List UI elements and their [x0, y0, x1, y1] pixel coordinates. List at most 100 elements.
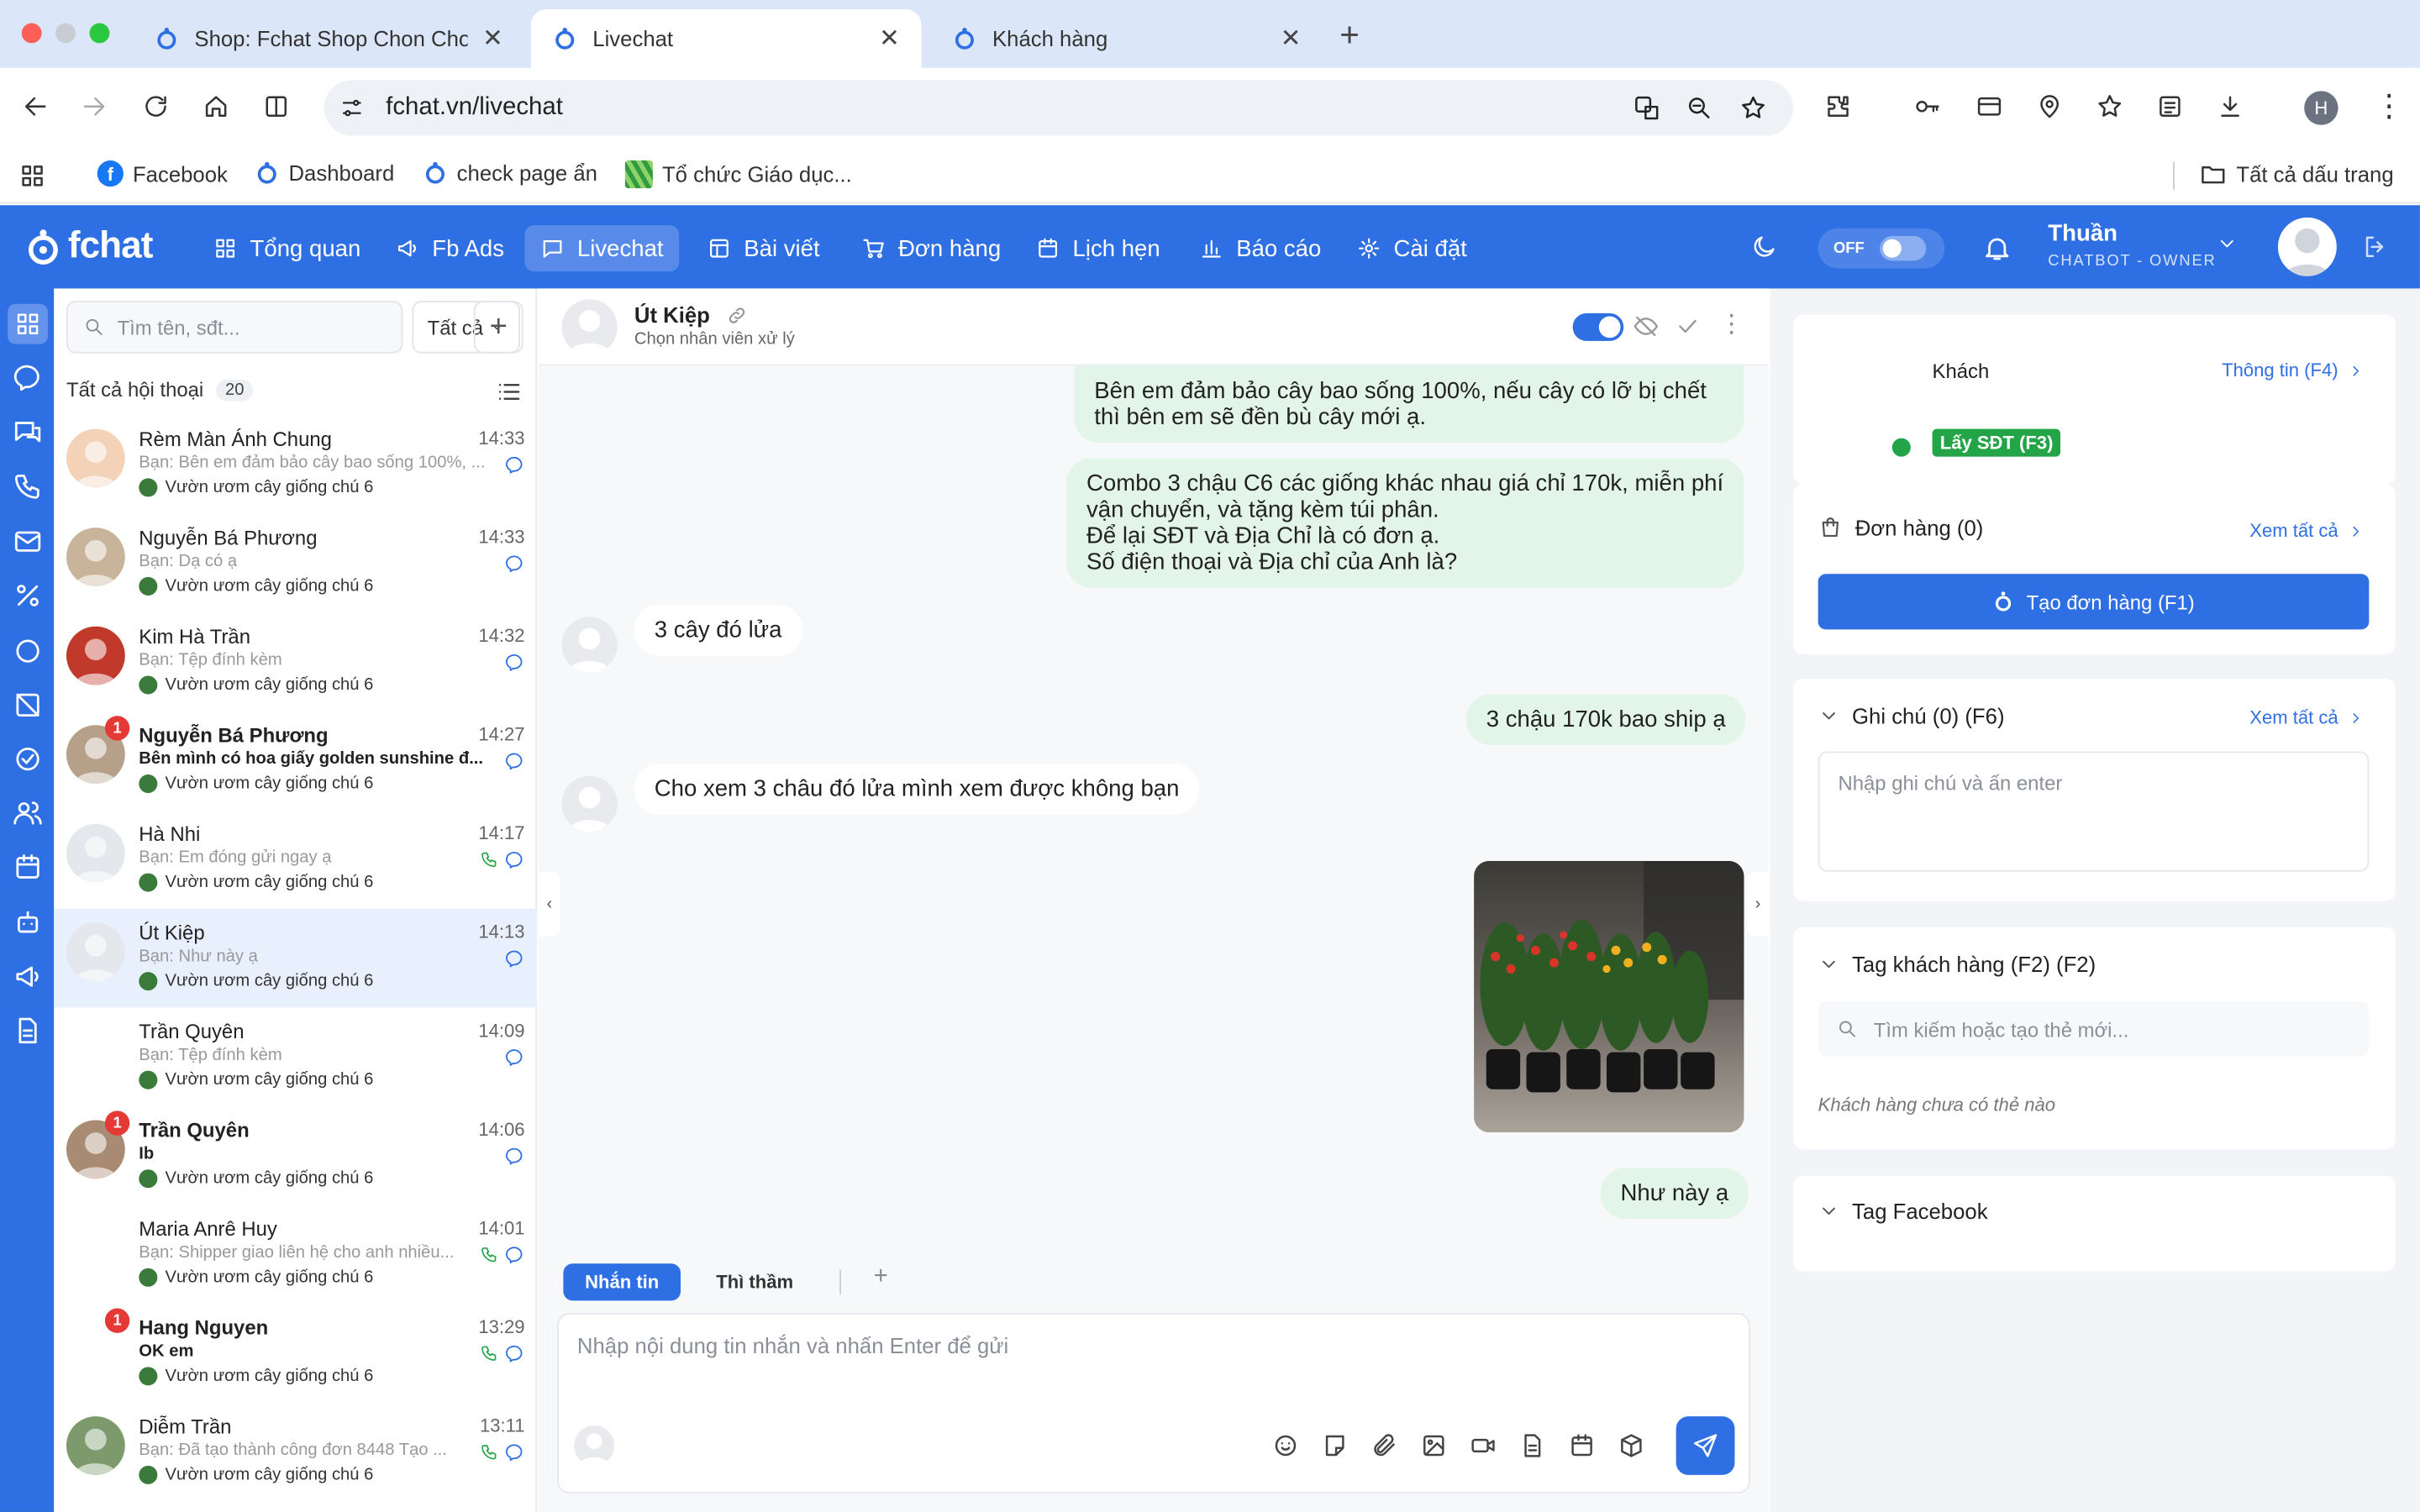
calendar-icon[interactable] [1568, 1431, 1596, 1459]
bookmark-star-icon[interactable] [1739, 94, 1767, 122]
video-icon[interactable] [1470, 1431, 1497, 1459]
tab-whisper[interactable]: Thì thầm [699, 1263, 810, 1300]
close-tab-icon[interactable]: ✕ [879, 24, 900, 55]
back-icon[interactable] [22, 92, 50, 120]
close-window-button[interactable] [21, 23, 42, 44]
message-image-plants[interactable] [1474, 860, 1744, 1133]
add-tab-button[interactable]: + [874, 1263, 888, 1291]
create-order-button[interactable]: Tạo đơn hàng (F1) [1818, 574, 2370, 630]
browser-tab-shop[interactable]: Shop: Fchat Shop Chon Chon ✕ [133, 9, 525, 68]
orders-see-all-link[interactable]: Xem tất cả [2249, 520, 2365, 542]
customer-tags-title[interactable]: Tag khách hàng (F2) (F2) [1818, 952, 2096, 977]
maximize-window-button[interactable] [89, 23, 110, 44]
sticker-icon[interactable] [1321, 1431, 1349, 1459]
conversation-row[interactable]: Rèm Màn Ánh Chung 14:33 Bạn: Bên em đảm bả… [54, 415, 537, 514]
get-phone-button[interactable]: Lấy SĐT (F3) [1932, 428, 2061, 457]
payment-card-icon[interactable] [1975, 92, 2003, 120]
more-options-icon[interactable]: ⋮ [1719, 308, 1744, 339]
nav-livechat[interactable]: Livechat [524, 225, 679, 272]
profile-avatar[interactable]: H [2304, 91, 2338, 125]
forward-icon[interactable] [81, 92, 108, 120]
nav-posts[interactable]: Bài viết [692, 225, 835, 271]
zoom-icon[interactable] [1686, 94, 1713, 122]
minimize-window-button[interactable] [55, 23, 76, 44]
image-icon[interactable] [1420, 1431, 1448, 1459]
conversation-row[interactable]: Nguyễn Bá Phương 14:33 Bạn: Dạ có ạ Vườn ươ… [54, 514, 537, 613]
browser-menu-icon[interactable]: ⋮ [2374, 87, 2405, 125]
split-view-icon[interactable] [262, 92, 290, 120]
translate-icon[interactable] [1633, 94, 1660, 122]
browser-tab-customers[interactable]: Khách hàng ✕ [931, 9, 1323, 68]
link-icon[interactable] [727, 306, 747, 326]
tab-send-message[interactable]: Nhắn tin [563, 1263, 681, 1301]
nav-fb-ads[interactable]: Fb Ads [380, 225, 520, 271]
site-settings-icon[interactable] [339, 96, 364, 120]
bot-toggle[interactable]: OFF [1818, 228, 1945, 269]
conversation-row[interactable]: Hà Nhi 14:17 Bạn: Em đóng gửi ngay ạ Vườn ư… [54, 810, 537, 909]
conversation-row[interactable]: 1 Hang Nguyen 13:29 OK em Vườn ươm cây giống… [54, 1304, 537, 1403]
emoji-icon[interactable] [1271, 1431, 1299, 1459]
nav-orders[interactable]: Đơn hàng [846, 225, 1017, 271]
comments-icon[interactable] [13, 417, 44, 448]
user-menu-chevron-icon[interactable] [2217, 233, 2238, 255]
notes-title[interactable]: Ghi chú (0) (F6) [1818, 704, 2005, 728]
location-pin-icon[interactable] [2036, 92, 2064, 120]
fchat-logo[interactable]: fchat [24, 225, 153, 268]
add-conversation-button[interactable]: + [473, 301, 523, 354]
users-icon[interactable] [13, 798, 44, 829]
favorites-icon[interactable] [2096, 92, 2123, 120]
downloads-icon[interactable] [2217, 92, 2244, 120]
check-icon[interactable] [1675, 313, 1701, 339]
percent-icon[interactable] [13, 580, 44, 612]
close-tab-icon[interactable]: ✕ [1281, 24, 1302, 55]
reading-list-icon[interactable] [2156, 92, 2184, 120]
contact-name[interactable]: Út Kiệp [634, 302, 710, 327]
circle-icon[interactable] [13, 636, 44, 667]
all-bookmarks-folder[interactable]: Tất cả dấu trang [2199, 160, 2394, 188]
collapse-right-handle[interactable]: › [1747, 871, 1769, 937]
reload-icon[interactable] [142, 92, 170, 120]
conversation-row[interactable]: Kim Hà Trần 14:32 Bạn: Tệp đính kèm Vườn ươ… [54, 612, 537, 711]
bookmark-dashboard[interactable]: Dashboard [255, 160, 394, 185]
attachment-icon[interactable] [1370, 1431, 1398, 1459]
bookmark-facebook[interactable]: f Facebook [97, 160, 228, 187]
conversation-row[interactable]: Diễm Trần 13:11 Bạn: Đã tạo thành công đơn… [54, 1403, 537, 1502]
nav-overview[interactable]: Tổng quan [197, 225, 376, 271]
list-view-icon[interactable] [496, 378, 523, 406]
check-circle-icon[interactable] [13, 743, 44, 774]
contact-avatar[interactable] [561, 299, 618, 355]
conversation-row[interactable]: Trần Quyên 14:09 Bạn: Tệp đính kèm Vườn ươm… [54, 1007, 537, 1106]
document-icon[interactable] [13, 1016, 44, 1047]
nav-settings[interactable]: Cài đặt [1341, 225, 1482, 271]
assign-staff-hint[interactable]: Chọn nhân viên xử lý [634, 330, 795, 349]
address-bar[interactable]: fchat.vn/livechat [324, 80, 1794, 136]
facebook-tags-title[interactable]: Tag Facebook [1818, 1199, 1988, 1224]
apps-grid-icon[interactable] [18, 162, 46, 190]
tag-search-input[interactable]: Tìm kiếm hoặc tạo thẻ mới... [1818, 1001, 2370, 1058]
dashboard-grid-icon[interactable] [8, 303, 48, 344]
logout-icon[interactable] [2361, 233, 2389, 260]
conversation-row[interactable]: 1 Trần Quyên 14:06 Ib Vườn ươm cây giống chú… [54, 1106, 537, 1205]
close-tab-icon[interactable]: ✕ [482, 24, 503, 55]
bot-icon[interactable] [13, 907, 44, 938]
user-menu[interactable]: Thuần CHATBOT - OWNER [2048, 221, 2216, 270]
eye-off-icon[interactable] [1633, 313, 1659, 339]
conversation-search-input[interactable]: Tìm tên, sđt... [66, 301, 403, 354]
template-document-icon[interactable] [1518, 1431, 1546, 1459]
product-box-icon[interactable] [1618, 1431, 1645, 1459]
new-tab-button[interactable]: + [1339, 15, 1360, 55]
extensions-icon[interactable] [1824, 92, 1852, 120]
nav-appointments[interactable]: Lịch hẹn [1020, 225, 1176, 271]
calendar-icon[interactable] [13, 852, 44, 883]
mail-icon[interactable] [13, 526, 44, 557]
conversation-row[interactable]: 1 Nguyễn Bá Phương 14:27 Bên mình có hoa gi… [54, 711, 537, 811]
collapse-left-handle[interactable]: ‹ [539, 871, 560, 937]
conversation-row[interactable]: Út Kiệp 14:13 Bạn: Như này ạ Vườn ươm cây g… [54, 908, 538, 1008]
message-input[interactable]: Nhập nội dung tin nhắn và nhấn Enter để … [557, 1313, 1750, 1494]
ai-toggle[interactable] [1572, 312, 1624, 341]
home-icon[interactable] [203, 92, 230, 120]
user-avatar[interactable] [2277, 217, 2337, 276]
conversation-row[interactable]: Maria Anrê Huy 14:01 Bạn: Shipper giao liê… [54, 1205, 537, 1304]
note-input[interactable]: Nhập ghi chú và ấn enter [1818, 751, 2370, 872]
customer-info-link[interactable]: Thông tin (F4) [2222, 360, 2365, 381]
